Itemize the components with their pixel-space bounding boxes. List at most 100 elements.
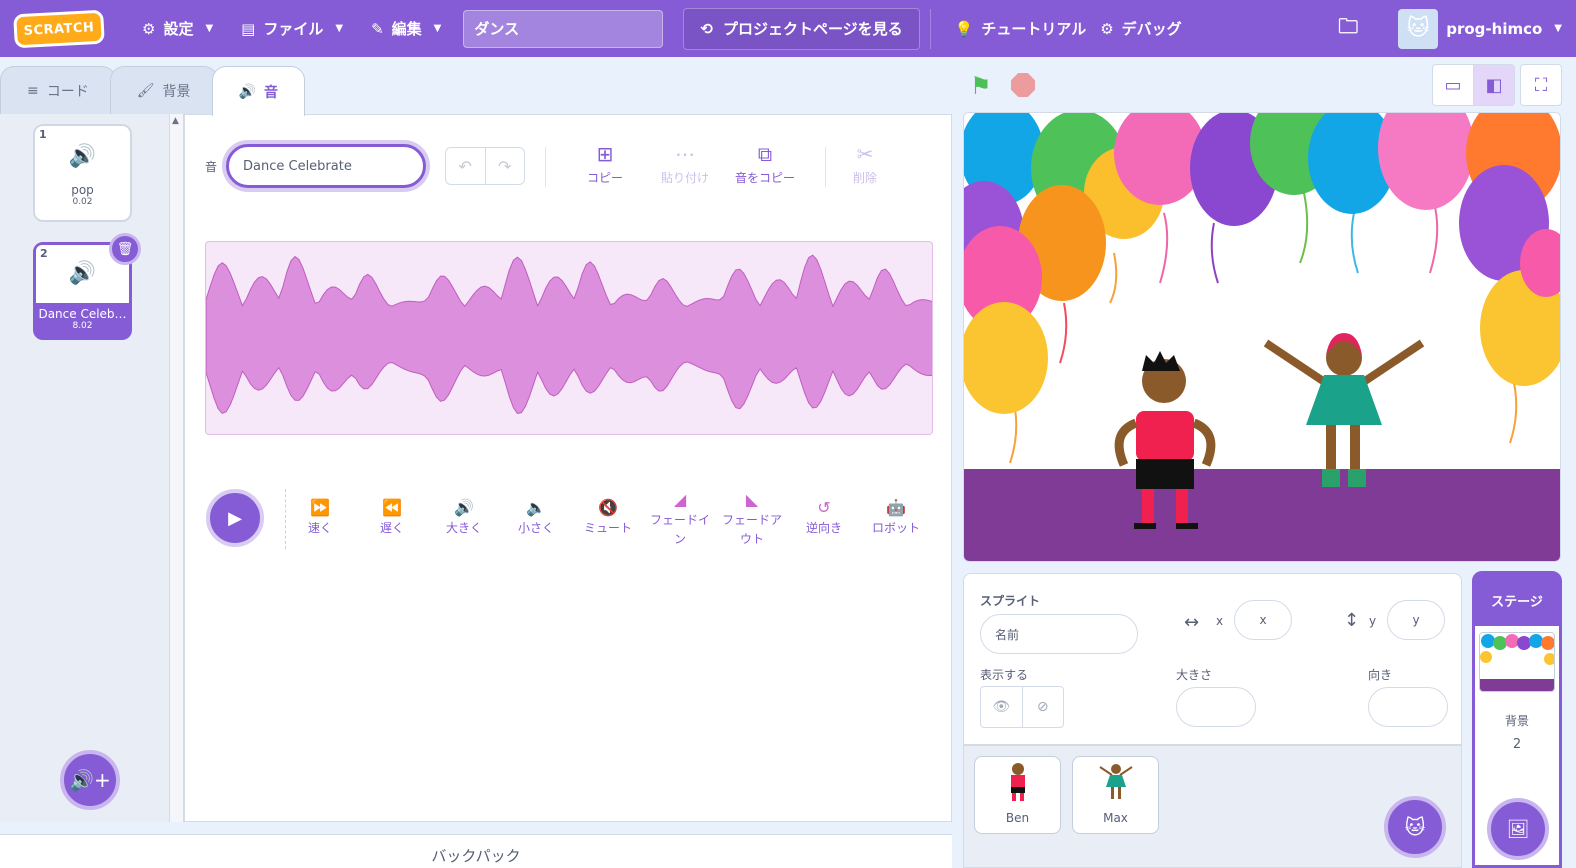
speaker-icon: 🔊 [238,83,256,100]
sound-list-scrollbar[interactable]: ▲ [170,114,184,822]
effect-fade-out-label-2: ウト [739,532,764,546]
effect-slower-label: 遅く [379,521,404,535]
avatar[interactable]: 🐱 [1398,8,1439,49]
my-stuff-button[interactable]: 🗀 [1324,0,1372,57]
y-field[interactable]: y [1387,600,1445,640]
hide-button[interactable]: ⊘ [1023,687,1064,727]
edit-menu[interactable]: ✎ 編集 ▼ [357,0,455,57]
settings-menu[interactable]: ⚙ 設定 ▼ [128,0,227,57]
tab-sounds[interactable]: 🔊 音 [211,66,305,116]
waveform[interactable] [205,241,933,435]
sound-name-label: 音 [205,160,218,174]
large-stage-button[interactable]: ◧ [1473,64,1515,106]
pencil-icon: ✎ [371,19,384,38]
editor-tabs: ≡ コード 🖌 背景 🔊 音 [0,66,305,116]
x-field[interactable]: x [1234,600,1292,640]
tab-backdrops[interactable]: 🖌 背景 [109,66,218,114]
sound-item-pop[interactable]: 1 🔊 pop 0.02 [33,124,132,222]
copy-button[interactable]: ⊞ コピー [565,139,645,186]
tutorial-button[interactable]: 💡 チュートリアル [941,0,1101,57]
undo-button[interactable]: ↶ [446,148,486,184]
size-field[interactable] [1176,687,1256,727]
file-label: ファイル [263,20,324,38]
eye-icon: 👁 [992,699,1011,715]
effect-louder[interactable]: 🔊 大きく [429,495,499,538]
menu-bar: SCRATCH ⚙ 設定 ▼ ▤ ファイル ▼ ✎ 編集 ▼ ダンス ⟲ プロジ… [0,0,1576,57]
effect-mute-label: ミュート [583,521,632,535]
effect-fade-in-label-2: ン [673,532,686,546]
delete-sound-button[interactable]: 🗑 [109,233,141,265]
debug-button[interactable]: ⚙ デバッグ [1100,0,1195,57]
y-arrow-icon: ↕ [1344,610,1360,631]
account-menu[interactable]: prog-himco ▼ [1446,0,1576,57]
effect-fade-in[interactable]: ◢ フェードイ ン [645,487,715,549]
sound-number: 2 [40,247,48,260]
redo-icon: ↷ [498,156,512,176]
scissors-icon: ✂ [856,142,874,166]
copy-to-new-button[interactable]: ⧉ 音をコピー [725,139,805,186]
x-label: x [1216,614,1224,628]
code-blocks-icon: ≡ [27,82,39,99]
sprite-name-field[interactable]: 名前 [980,614,1138,654]
file-menu[interactable]: ▤ ファイル ▼ [227,0,357,57]
sound-item-dance-celebrate[interactable]: 2 🔊 Dance Celeb… 8.02 🗑 [33,233,141,340]
size-label: 大きさ [1176,668,1213,682]
paste-button[interactable]: ⋯ 貼り付け [645,139,725,186]
effect-softer[interactable]: 🔈 小さく [501,495,571,538]
sprite-tile-ben[interactable]: Ben [974,756,1061,834]
add-backdrop-button[interactable]: 🖼 [1487,798,1549,860]
stop-icon[interactable] [1011,73,1035,97]
effect-mute[interactable]: 🔇 ミュート [573,495,643,538]
delete-button[interactable]: ✂ 削除 [825,139,905,186]
backdrops-count: 2 [1512,737,1522,752]
trash-icon: 🗑 [116,241,134,257]
effect-fade-out[interactable]: ◣ フェードア ウト [717,487,787,549]
see-project-page-button[interactable]: ⟲ プロジェクトページを見る [683,7,920,50]
stage-header: ステージ [1475,574,1559,626]
debug-icon: ⚙ [1100,19,1114,38]
play-sound-button[interactable]: ▶ [206,489,264,547]
reverse-icon: ↺ [817,497,831,517]
tab-code[interactable]: ≡ コード [0,66,116,114]
effect-robot[interactable]: 🤖 ロボット [861,495,931,538]
sprite-tile-max[interactable]: Max [1072,756,1159,834]
x-arrow-icon: ↔ [1184,612,1200,633]
direction-label: 向き [1368,668,1393,682]
add-sprite-button[interactable]: 🐱 [1384,796,1446,858]
scratch-logo[interactable]: SCRATCH [13,9,105,48]
redo-button[interactable]: ↷ [486,148,525,184]
backpack[interactable]: バックパック [0,834,952,868]
effect-slower[interactable]: ⏪ 遅く [357,495,427,538]
play-icon: ▶ [228,507,242,529]
add-sound-button[interactable]: 🔊+ [60,750,120,810]
scroll-up-icon[interactable]: ▲ [172,116,179,126]
menu-divider [929,8,931,49]
fullscreen-button[interactable]: ⛶ [1520,64,1562,106]
stage[interactable] [963,112,1561,562]
debug-label: デバッグ [1121,20,1182,38]
show-button[interactable]: 👁 [981,687,1023,727]
effect-faster[interactable]: ⏩ 速く [285,495,355,538]
effect-reverse[interactable]: ↺ 逆向き [789,495,859,538]
effect-louder-label: 大きく [445,521,482,535]
sound-name: Dance Celeb… [38,307,127,321]
stage-selector[interactable]: ステージ 背景 2 🖼 [1472,571,1562,868]
tab-code-label: コード [46,83,89,100]
backdrops-label: 背景 [1504,714,1529,728]
settings-label: 設定 [163,20,194,38]
delete-label: 削除 [852,171,877,185]
small-stage-icon: ▭ [1444,74,1462,96]
sound-name-input[interactable] [226,144,426,188]
cat-plus-icon: 🐱 [1404,815,1426,839]
fullscreen-icon: ⛶ [1534,74,1548,96]
copy-to-new-icon: ⧉ [757,142,773,166]
direction-field[interactable] [1368,687,1448,727]
small-stage-button[interactable]: ▭ [1432,64,1474,106]
sprite-thumbnail [975,757,1060,805]
folder-icon: 🗀 [1338,13,1359,38]
green-flag-icon[interactable]: ⚑ [970,72,992,100]
see-project-label: プロジェクトページを見る [722,20,903,38]
tab-backdrops-label: 背景 [162,83,191,100]
stage-floor [964,469,1560,561]
project-title-input[interactable]: ダンス [463,9,664,48]
